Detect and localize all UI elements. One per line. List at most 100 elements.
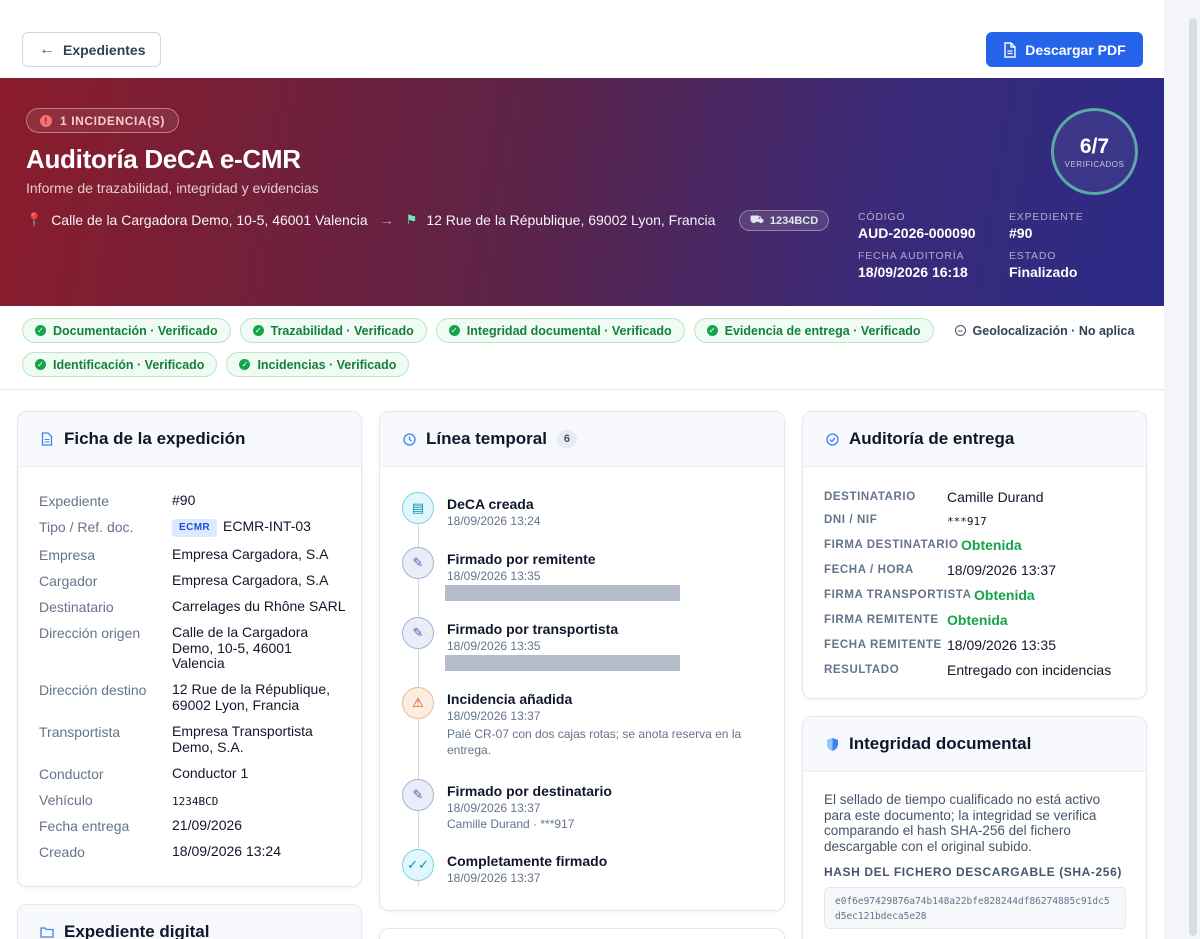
map-pin-icon: 📍 [26, 212, 43, 227]
audit-hero: ! 1 INCIDENCIA(S) Auditoría DeCA e-CMR I… [0, 78, 1164, 306]
route: 📍 Calle de la Cargadora Demo, 10-5, 4600… [26, 212, 715, 228]
back-button-label: Expedientes [63, 41, 146, 58]
scrollbar-thumb[interactable] [1189, 18, 1197, 936]
detail-value: 21/09/2026 [172, 817, 243, 833]
delivery-label: RESULTADO [824, 664, 900, 676]
check-chip: ✓ Incidencias · Verificado [226, 352, 410, 377]
timeline-date: 18/09/2026 13:37 [447, 709, 541, 723]
meta-fecha-value: 18/09/2026 16:18 [858, 264, 968, 280]
check-circle-icon: ✓ [706, 325, 718, 336]
card-header: Auditoría de entrega [803, 412, 1146, 467]
hash-label: HASH DEL FICHERO DESCARGABLE (SHA-256) [824, 865, 1122, 879]
timeline-date: 18/09/2026 13:35 [447, 639, 541, 653]
detail-label: Creado [39, 844, 85, 860]
timeline-title: Completamente firmado [447, 853, 608, 869]
signature-icon: ✎ [402, 547, 434, 579]
check-label: Integridad documental · Verificado [466, 323, 672, 338]
truck-icon: ⛟ [750, 213, 764, 226]
delivery-label: DESTINATARIO [824, 491, 916, 503]
detail-label: Dirección destino [39, 682, 147, 698]
detail-label: Empresa [39, 547, 96, 563]
signature-icon: ✎ [402, 779, 434, 811]
shipment-card: Ficha de la expedición Expediente #90 Tip… [17, 411, 362, 887]
card-header: Integridad documental [803, 717, 1146, 772]
back-button[interactable]: ← Expedientes [22, 32, 161, 67]
check-label: Documentación · Verificado [53, 323, 218, 338]
timeline-title: Firmado por remitente [447, 551, 596, 567]
card-title: Ficha de la expedición [64, 429, 246, 448]
detail-value: Conductor 1 [172, 765, 249, 781]
shield-icon [825, 737, 839, 752]
meta-estado-value: Finalizado [1009, 264, 1078, 280]
check-chip: ✓ Integridad documental · Verificado [435, 318, 685, 343]
detail-value: Empresa Transportista Demo, S.A. [172, 723, 313, 755]
warning-icon: ⚠ [402, 687, 434, 719]
detail-label: Expediente [39, 493, 110, 509]
detail-value: Empresa Cargadora, S.A [172, 572, 329, 588]
check-label: Incidencias · Verificado [257, 357, 397, 372]
card-title: Línea temporal [426, 429, 547, 448]
file-icon [1004, 41, 1016, 58]
detail-label: Conductor [39, 766, 104, 782]
meta-expediente-label: EXPEDIENTE [1009, 211, 1084, 223]
check-chip: ✓ Trazabilidad · Verificado [239, 318, 427, 343]
incidents-badge-label: 1 INCIDENCIA(S) [60, 113, 166, 128]
detail-value: 12 Rue de la République, 69002 Lyon, Fra… [172, 681, 331, 713]
timeline-date: 18/09/2026 13:37 [447, 801, 541, 815]
check-chip: ✓ Documentación · Verificado [22, 318, 231, 343]
delivery-value: 18/09/2026 13:35 [947, 637, 1056, 653]
delivery-value: Obtenida [961, 537, 1022, 553]
scrollbar[interactable] [1164, 0, 1200, 939]
delivery-label: FECHA / HORA [824, 564, 914, 576]
score-label: VERIFICADOS [1064, 159, 1125, 169]
detail-label: Fecha entrega [39, 818, 130, 834]
event-count-badge: 6 [556, 430, 577, 448]
score-value: 6/7 [1079, 134, 1110, 158]
meta-codigo-value: AUD-2026-000090 [858, 225, 976, 241]
check-circle-icon [825, 432, 839, 446]
redacted-signature [445, 655, 680, 671]
document-icon [40, 432, 54, 446]
flag-icon: ⚑ [405, 212, 418, 227]
meta-estado-label: ESTADO [1009, 250, 1057, 262]
timeline-title: Firmado por destinatario [447, 783, 612, 799]
timeline-title: DeCA creada [447, 496, 534, 512]
document-icon: ▤ [402, 492, 434, 524]
check-label: Geolocalización · No aplica [972, 323, 1135, 338]
check-circle-icon: ✓ [239, 359, 251, 370]
timeline-title: Firmado por transportista [447, 621, 619, 637]
detail-value: Carrelages du Rhône SARL [172, 598, 346, 614]
meta-codigo-label: CÓDIGO [858, 211, 906, 223]
delivery-value: Obtenida [974, 587, 1035, 603]
route-destination: 12 Rue de la République, 69002 Lyon, Fra… [426, 212, 716, 228]
meta-estado: ESTADO Finalizado [1009, 250, 1077, 280]
timeline-card: Línea temporal 6 ▤ DeCA creada 18/09/202… [379, 411, 785, 911]
delivery-label: DNI / NIF [824, 514, 878, 526]
timeline-date: 18/09/2026 13:24 [447, 514, 541, 528]
delivery-value: 18/09/2026 13:37 [947, 562, 1056, 578]
detail-label: Destinatario [39, 599, 114, 615]
delivery-audit-card: Auditoría de entrega DESTINATARIO Camille… [802, 411, 1147, 699]
download-pdf-button[interactable]: Descargar PDF [986, 32, 1143, 67]
delivery-value: Obtenida [947, 612, 1008, 628]
page-title: Auditoría DeCA e-CMR [26, 144, 301, 174]
detail-value: #90 [172, 492, 196, 508]
detail-label: Tipo / Ref. doc. [39, 519, 134, 535]
delivery-value: Camille Durand [947, 489, 1044, 505]
hash-value[interactable]: e0f6e97429876a74b148a22bfe828244df862748… [824, 887, 1126, 929]
integrity-description: El sellado de tiempo cualificado no está… [824, 792, 1101, 854]
delivery-value: Entregado con incidencias [947, 662, 1112, 678]
timeline-next-card [379, 928, 785, 939]
redacted-signature [445, 585, 680, 601]
delivery-value: ***917 [947, 515, 987, 528]
folder-icon [40, 926, 54, 938]
incidents-badge: ! 1 INCIDENCIA(S) [26, 108, 180, 133]
detail-value: Empresa Cargadora, S.A [172, 546, 329, 562]
delivery-label: FECHA REMITENTE [824, 639, 942, 651]
check-label: Trazabilidad · Verificado [270, 323, 414, 338]
detail-label: Vehículo [39, 792, 93, 808]
detail-value: 18/09/2026 13:24 [172, 843, 281, 859]
check-chip: ✓ Identificación · Verificado [22, 352, 218, 377]
delivery-label: FIRMA DESTINATARIO [824, 539, 959, 551]
digital-file-card: Expediente digital [17, 904, 362, 939]
